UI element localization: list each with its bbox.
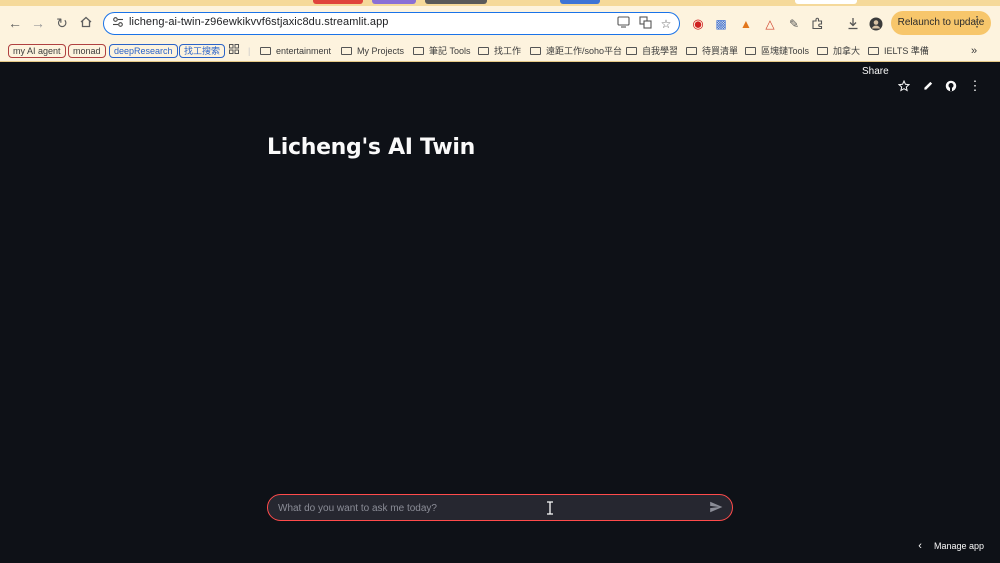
bookmark-folder[interactable]: 找工作 [478, 44, 521, 58]
bookmark-folder[interactable]: 區塊鏈Tools [745, 44, 809, 58]
bookmark-chip[interactable]: deepResearch [109, 44, 178, 58]
back-icon[interactable]: ← [6, 14, 24, 32]
bookmark-folder[interactable]: 待買清單 [686, 44, 738, 58]
streamlit-app: Share ⋮ Licheng's AI Twin ‹Manage app [0, 62, 1000, 563]
extension-pen-icon[interactable]: ✎ [787, 17, 801, 31]
bookmark-folder[interactable]: 遠距工作/soho平台 [530, 44, 622, 58]
tab-stub[interactable] [795, 0, 857, 4]
bookmark-chip[interactable]: 找工搜索 [179, 44, 226, 58]
folder-icon [413, 47, 424, 55]
apps-grid-icon[interactable] [229, 44, 239, 58]
tab-stub[interactable] [372, 0, 416, 4]
tab-stub[interactable] [560, 0, 600, 4]
bookmark-star-icon[interactable]: ☆ [658, 16, 674, 32]
chevron-left-icon: ‹ [918, 540, 922, 552]
extension-acrobat-icon[interactable]: △ [763, 17, 777, 31]
bookmark-chip[interactable]: monad [68, 44, 106, 58]
folder-icon [745, 47, 756, 55]
download-icon[interactable] [846, 17, 860, 31]
bookmark-folder[interactable]: IELTS 準備 [868, 44, 929, 58]
site-info-icon[interactable] [112, 16, 126, 30]
browser-chrome: ← → ↻ licheng-ai-twin-z96ewkikvvf6stjaxi… [0, 0, 1000, 62]
bookmarks-separator: | [248, 46, 251, 56]
extension-metamask-icon[interactable]: ▲ [739, 17, 753, 31]
install-app-icon[interactable] [615, 16, 631, 32]
folder-icon [260, 47, 271, 55]
edit-pencil-icon[interactable] [920, 76, 936, 96]
tab-stub[interactable] [425, 0, 487, 4]
bookmarks-bar: my AI agent monad deepResearch 找工搜索 | en… [0, 40, 1000, 62]
folder-icon [626, 47, 637, 55]
folder-icon [530, 47, 541, 55]
folder-icon [868, 47, 879, 55]
extension-translate-icon[interactable]: ▩ [714, 17, 728, 31]
folder-icon [686, 47, 697, 55]
folder-icon [341, 47, 352, 55]
manage-app-button[interactable]: ‹ Manage app [918, 538, 984, 554]
folder-icon [478, 47, 489, 55]
chat-input[interactable] [278, 499, 698, 517]
home-icon[interactable] [77, 14, 95, 32]
github-icon[interactable] [943, 76, 959, 96]
send-icon[interactable] [709, 500, 725, 516]
page-title: Licheng's AI Twin [267, 135, 475, 160]
extension-opera-icon[interactable]: ◉ [691, 17, 705, 31]
url-text[interactable]: licheng-ai-twin-z96ewkikvvf6stjaxic8du.s… [129, 16, 389, 28]
bookmark-chip[interactable]: my AI agent [8, 44, 66, 58]
bookmark-folder[interactable]: 筆記 Tools [413, 44, 471, 58]
bookmark-folder[interactable]: 加拿大 [817, 44, 860, 58]
browser-menu-icon[interactable]: ⋮ [970, 14, 984, 28]
text-cursor-icon [546, 501, 554, 515]
browser-toolbar: ← → ↻ licheng-ai-twin-z96ewkikvvf6stjaxi… [0, 6, 1000, 40]
bookmark-folder[interactable]: My Projects [341, 44, 404, 58]
more-bookmarks-icon[interactable]: » [971, 44, 977, 58]
bookmark-folder[interactable]: 自我學習 [626, 44, 678, 58]
app-menu-icon[interactable]: ⋮ [968, 76, 982, 96]
address-bar[interactable]: licheng-ai-twin-z96ewkikvvf6stjaxic8du.s… [103, 12, 680, 35]
bookmark-folder[interactable]: entertainment [260, 44, 331, 58]
extensions-puzzle-icon[interactable] [810, 17, 824, 31]
profile-avatar[interactable] [869, 17, 883, 31]
translate-icon[interactable] [637, 16, 653, 32]
folder-icon [817, 47, 828, 55]
tab-stub[interactable] [313, 0, 363, 4]
forward-icon[interactable]: → [29, 14, 47, 32]
reload-icon[interactable]: ↻ [53, 14, 71, 32]
share-button[interactable]: Share [862, 62, 889, 82]
favorite-star-icon[interactable] [896, 76, 912, 96]
chat-input-box[interactable] [267, 494, 733, 521]
